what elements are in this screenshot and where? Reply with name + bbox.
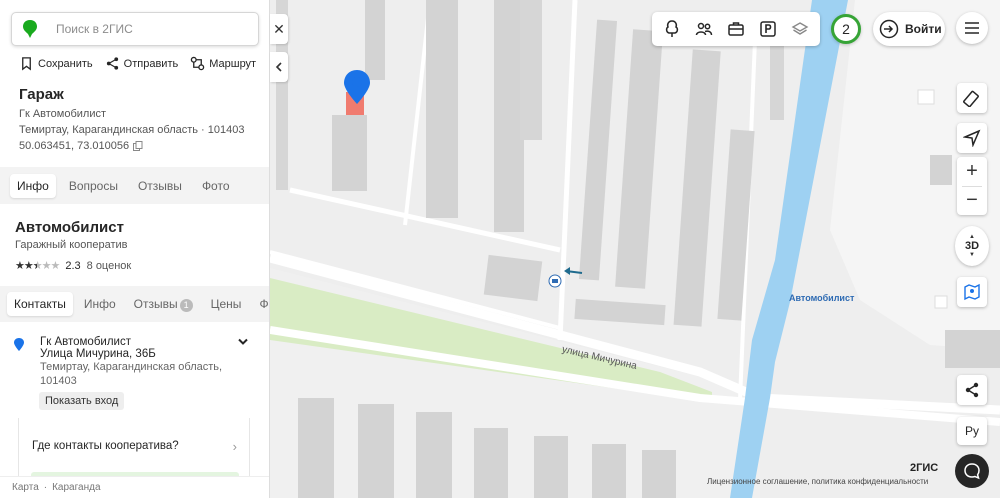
faq-card[interactable]: Где контакты кооператива? › bbox=[18, 418, 250, 478]
share-icon bbox=[965, 382, 979, 398]
share-map-button[interactable] bbox=[957, 375, 987, 405]
place-subtitle: Гк Автомобилист bbox=[19, 108, 107, 120]
language-button[interactable]: Ру bbox=[957, 417, 987, 445]
parking-icon bbox=[760, 21, 776, 37]
tab-org-reviews[interactable]: Отзывы 1 bbox=[127, 292, 200, 317]
place-coordinates[interactable]: 50.063451, 73.010056 bbox=[19, 140, 143, 152]
tree-layer-button[interactable] bbox=[662, 19, 682, 39]
bookmark-icon bbox=[22, 57, 31, 71]
contact-name: Гк Автомобилист bbox=[40, 336, 131, 348]
search-input[interactable]: Поиск в 2ГИС bbox=[56, 22, 133, 36]
layers-button[interactable] bbox=[790, 19, 810, 39]
rating-count: 8 оценок bbox=[86, 259, 132, 272]
share-icon bbox=[106, 57, 118, 70]
tab-photos[interactable]: Фото bbox=[195, 174, 237, 198]
close-panel-button[interactable]: ✕ bbox=[270, 14, 288, 44]
faq-question: Где контакты кооператива? bbox=[32, 440, 179, 452]
tree-icon bbox=[665, 20, 679, 37]
zoom-in-button[interactable]: + bbox=[957, 157, 987, 186]
ruler-icon bbox=[963, 90, 979, 107]
contact-city: Темиртау, Карагандинская область, bbox=[40, 361, 223, 373]
caret-down-icon: ▼ bbox=[969, 252, 975, 258]
tab-org-info[interactable]: Инфо bbox=[77, 292, 123, 316]
location-pin-icon bbox=[14, 338, 24, 351]
rating-value: 2.3 bbox=[65, 259, 81, 272]
show-entrance-button[interactable]: Показать вход bbox=[39, 392, 125, 410]
chevron-left-icon bbox=[275, 62, 282, 72]
contact-block: Гк Автомобилист Улица Мичурина, 36Б Теми… bbox=[14, 336, 254, 410]
copy-icon[interactable] bbox=[133, 141, 143, 151]
map-view-button[interactable] bbox=[957, 277, 987, 307]
close-icon: ✕ bbox=[273, 20, 285, 37]
rating-stars: ★★★★★★ bbox=[15, 260, 60, 272]
collapse-panel-button[interactable] bbox=[270, 52, 288, 82]
3d-toggle-button[interactable]: ▲ 3D ▼ bbox=[955, 226, 989, 266]
org-rating[interactable]: ★★★★★★ 2.3 8 оценок bbox=[15, 259, 132, 273]
route-button[interactable]: Маршрут bbox=[190, 56, 256, 71]
place-address: Темиртау, Карагандинская область · 10140… bbox=[19, 124, 245, 136]
org-title[interactable]: Автомобилист bbox=[15, 219, 124, 236]
tab-more[interactable]: Ф bbox=[252, 292, 269, 316]
place-title: Гараж bbox=[19, 86, 64, 103]
parking-layer-button[interactable] bbox=[758, 19, 778, 39]
breadcrumb: Карта · Караганда bbox=[0, 476, 269, 498]
org-category: Гаражный кооператив bbox=[15, 239, 128, 251]
reviews-count-badge: 1 bbox=[179, 298, 193, 312]
2gis-logo-icon bbox=[23, 20, 37, 38]
place-panel: Поиск в 2ГИС Сохранить Отправить Маршрут… bbox=[0, 0, 270, 498]
tab-reviews[interactable]: Отзывы bbox=[131, 174, 189, 198]
my-location-button[interactable] bbox=[957, 123, 987, 153]
tab-info[interactable]: Инфо bbox=[10, 173, 56, 198]
tab-questions[interactable]: Вопросы bbox=[62, 174, 125, 198]
breadcrumb-map[interactable]: Карта bbox=[12, 482, 39, 493]
login-icon bbox=[879, 19, 899, 39]
briefcase-icon bbox=[728, 22, 744, 36]
save-button[interactable]: Сохранить bbox=[19, 56, 93, 71]
friends-layer-button[interactable] bbox=[694, 19, 714, 39]
tab-contacts[interactable]: Контакты bbox=[7, 292, 73, 316]
chevron-down-icon[interactable] bbox=[238, 338, 248, 346]
chevron-right-icon: › bbox=[232, 439, 237, 454]
menu-button[interactable] bbox=[956, 12, 988, 44]
place-actions: Сохранить Отправить Маршрут bbox=[19, 56, 256, 71]
place-tabs: Инфо Вопросы Отзывы Фото bbox=[0, 167, 269, 204]
map-pin-icon bbox=[964, 283, 980, 301]
map-drawing bbox=[270, 0, 1000, 498]
ruler-button[interactable] bbox=[957, 83, 987, 113]
people-icon bbox=[695, 22, 713, 36]
hamburger-menu-icon bbox=[965, 22, 979, 34]
send-button[interactable]: Отправить bbox=[105, 56, 178, 71]
map-canvas[interactable]: Автомобилист улица Мичурина 32 bbox=[270, 0, 1000, 498]
route-icon bbox=[190, 56, 205, 71]
chat-bubble-icon bbox=[964, 463, 980, 480]
license-link[interactable]: Лицензионное соглашение, политика конфид… bbox=[707, 477, 928, 486]
zoom-control: + − bbox=[957, 157, 987, 215]
contact-street: Улица Мичурина, 36Б bbox=[40, 348, 156, 360]
org-tabs: Контакты Инфо Отзывы 1 Цены Ф bbox=[0, 286, 269, 322]
layers-icon bbox=[791, 22, 809, 35]
business-layer-button[interactable] bbox=[726, 19, 746, 39]
login-button[interactable]: Войти bbox=[873, 12, 945, 46]
zoom-out-button[interactable]: − bbox=[957, 187, 987, 216]
traffic-score-button[interactable]: 2 bbox=[831, 14, 861, 44]
contact-zip: 101403 bbox=[40, 375, 77, 387]
chat-button[interactable] bbox=[955, 454, 989, 488]
breadcrumb-city[interactable]: Караганда bbox=[52, 482, 100, 493]
search-box[interactable]: Поиск в 2ГИС bbox=[11, 12, 259, 46]
brand-logo: 2ГИС bbox=[910, 462, 939, 474]
poi-label[interactable]: Автомобилист bbox=[789, 293, 854, 303]
navigation-arrow-icon bbox=[963, 129, 981, 147]
tab-prices[interactable]: Цены bbox=[204, 292, 249, 316]
map-layers-toolbar bbox=[652, 12, 820, 46]
